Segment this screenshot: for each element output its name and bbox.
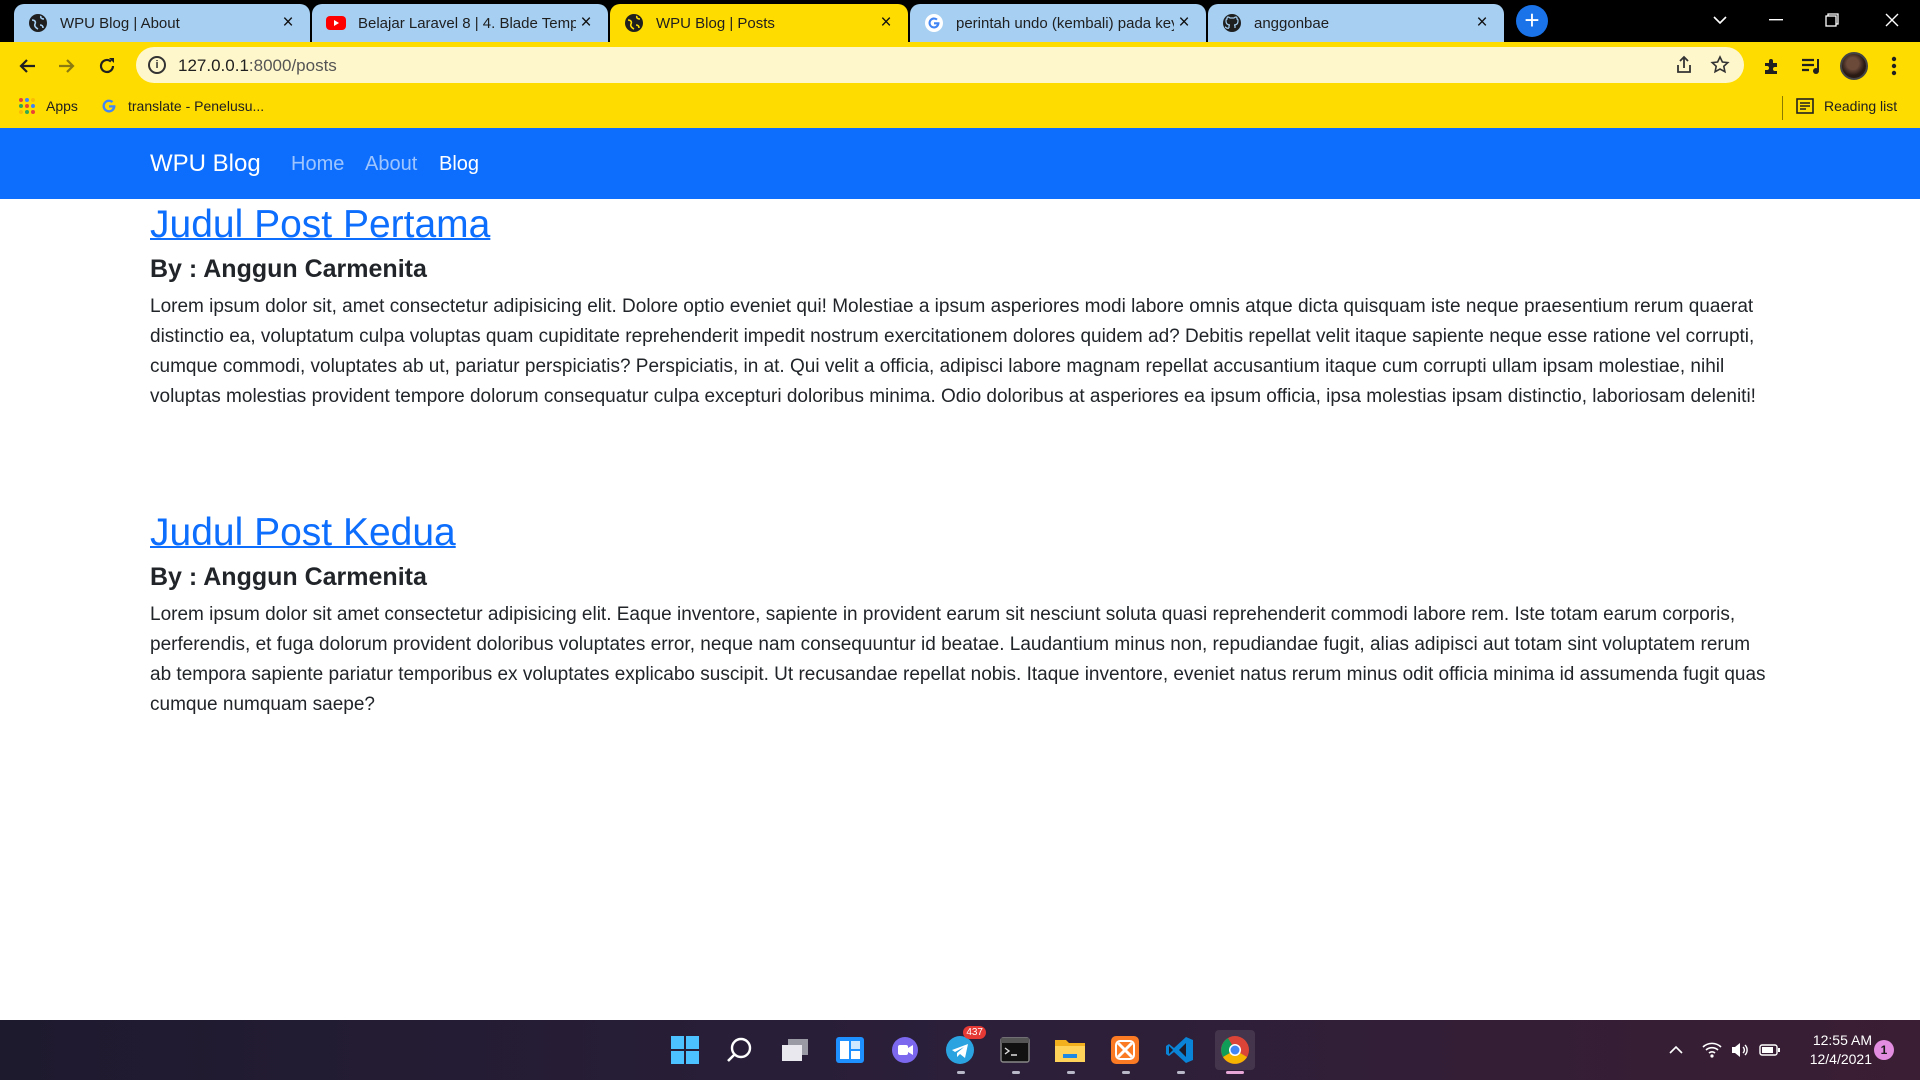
- search-icon[interactable]: [720, 1030, 760, 1070]
- notification-badge[interactable]: 1: [1874, 1040, 1894, 1060]
- site-navbar: WPU Blog Home About Blog: [0, 128, 1920, 199]
- apps-grid-icon: [18, 97, 36, 115]
- clock-date: 12/4/2021: [1809, 1051, 1872, 1067]
- youtube-icon: [326, 13, 346, 33]
- google-icon: [100, 97, 118, 115]
- reading-list-icon: [1796, 97, 1814, 115]
- tab-github[interactable]: anggonbae ×: [1208, 4, 1504, 42]
- media-queue-icon[interactable]: [1796, 50, 1828, 82]
- extensions-puzzle-icon[interactable]: [1756, 50, 1788, 82]
- widgets-icon[interactable]: [830, 1030, 870, 1070]
- nav-link-home[interactable]: Home: [291, 153, 344, 176]
- tab-wpu-posts[interactable]: WPU Blog | Posts ×: [610, 4, 908, 42]
- tab-title: WPU Blog | About: [60, 14, 180, 32]
- reading-list-button[interactable]: Reading list: [1796, 97, 1897, 115]
- post-author: By : Anggun Carmenita: [150, 563, 427, 591]
- bookmark-label: Apps: [46, 98, 78, 114]
- restore-icon[interactable]: [1804, 0, 1860, 40]
- close-icon[interactable]: ×: [1472, 12, 1492, 33]
- post-author: By : Anggun Carmenita: [150, 255, 427, 283]
- task-view-icon[interactable]: [775, 1030, 815, 1070]
- close-icon[interactable]: ×: [876, 12, 896, 33]
- running-indicator: [1067, 1071, 1075, 1074]
- close-icon[interactable]: ×: [1174, 12, 1194, 33]
- url-host: 127.0.0.1: [178, 56, 249, 75]
- share-icon[interactable]: [1674, 55, 1694, 80]
- bookmark-label: translate - Penelusu...: [128, 98, 265, 114]
- reload-icon[interactable]: [91, 50, 123, 82]
- back-arrow-icon[interactable]: [11, 50, 43, 82]
- clock-time: 12:55 AM: [1812, 1032, 1872, 1048]
- system-clock[interactable]: 12:55 AM 12/4/2021: [1792, 1031, 1872, 1069]
- tab-title: WPU Blog | Posts: [656, 14, 775, 32]
- file-explorer-icon[interactable]: [1050, 1030, 1090, 1070]
- nav-link-blog[interactable]: Blog: [439, 153, 479, 176]
- wifi-icon[interactable]: [1700, 1040, 1724, 1060]
- url-text[interactable]: 127.0.0.1:8000/posts: [178, 56, 337, 76]
- tab-youtube-laravel[interactable]: Belajar Laravel 8 | 4. Blade Templating …: [312, 4, 608, 42]
- unread-count-badge: 437: [963, 1026, 986, 1039]
- tab-title: perintah undo (kembali) pada keyboard: [956, 14, 1174, 32]
- bookmark-translate[interactable]: translate - Penelusu...: [100, 97, 264, 115]
- minimize-icon[interactable]: [1748, 0, 1804, 40]
- kebab-menu-icon[interactable]: [1878, 50, 1910, 82]
- tab-wpu-about[interactable]: WPU Blog | About ×: [14, 4, 310, 42]
- chrome-icon[interactable]: [1215, 1030, 1255, 1070]
- bookmarks-bar: Apps translate - Penelusu... Reading lis…: [0, 88, 1920, 128]
- running-indicator: [1122, 1071, 1130, 1074]
- battery-icon[interactable]: [1758, 1040, 1782, 1060]
- url-path: :8000/posts: [248, 56, 337, 75]
- tab-google-search[interactable]: perintah undo (kembali) pada keyboard ×: [910, 4, 1206, 42]
- running-indicator: [957, 1071, 965, 1074]
- bookmark-apps[interactable]: Apps: [18, 97, 78, 115]
- tab-title: Belajar Laravel 8 | 4. Blade Templating …: [358, 14, 576, 32]
- profile-avatar[interactable]: [1840, 52, 1868, 80]
- running-indicator: [1177, 1071, 1185, 1074]
- tab-title: anggonbae: [1254, 14, 1330, 32]
- bookmark-star-icon[interactable]: [1710, 55, 1730, 80]
- github-icon: [1222, 13, 1242, 33]
- forward-arrow-icon[interactable]: [51, 50, 83, 82]
- site-info-icon[interactable]: i: [148, 56, 166, 74]
- bookmarks-divider: [1782, 96, 1783, 120]
- teams-chat-icon[interactable]: [885, 1030, 925, 1070]
- tab-search-chevron-icon[interactable]: [1692, 0, 1748, 40]
- reading-list-label: Reading list: [1824, 98, 1898, 114]
- browser-toolbar: i 127.0.0.1:8000/posts: [0, 42, 1920, 88]
- chevron-up-icon[interactable]: [1664, 1040, 1688, 1060]
- address-bar[interactable]: i 127.0.0.1:8000/posts: [136, 47, 1744, 83]
- windows-taskbar: 437 12:55 AM 12/4/2021 1: [0, 1020, 1920, 1080]
- window-close-icon[interactable]: [1864, 0, 1920, 40]
- post-title-link[interactable]: Judul Post Kedua: [150, 511, 1770, 555]
- telegram-icon[interactable]: 437: [940, 1026, 986, 1070]
- post-excerpt: Lorem ipsum dolor sit, amet consectetur …: [150, 296, 1756, 407]
- close-icon[interactable]: ×: [278, 12, 298, 33]
- post-article: Judul Post Kedua By : Anggun Carmenita L…: [150, 511, 1770, 720]
- nav-link-about[interactable]: About: [365, 153, 417, 176]
- running-indicator: [1012, 1071, 1020, 1074]
- browser-tab-strip: WPU Blog | About × Belajar Laravel 8 | 4…: [0, 0, 1920, 42]
- site-brand[interactable]: WPU Blog: [150, 150, 261, 178]
- windows-start-icon[interactable]: [665, 1030, 705, 1070]
- new-tab-button[interactable]: +: [1516, 5, 1548, 37]
- post-article: Judul Post Pertama By : Anggun Carmenita…: [150, 203, 1770, 412]
- post-title-link[interactable]: Judul Post Pertama: [150, 203, 1770, 247]
- terminal-icon[interactable]: [995, 1030, 1035, 1070]
- google-icon: [924, 13, 944, 33]
- close-icon[interactable]: ×: [576, 12, 596, 33]
- post-excerpt: Lorem ipsum dolor sit amet consectetur a…: [150, 604, 1766, 715]
- globe-icon: [624, 13, 644, 33]
- volume-icon[interactable]: [1728, 1040, 1752, 1060]
- vscode-icon[interactable]: [1160, 1030, 1200, 1070]
- xampp-icon[interactable]: [1105, 1030, 1145, 1070]
- globe-icon: [28, 13, 48, 33]
- running-indicator-active: [1226, 1071, 1244, 1074]
